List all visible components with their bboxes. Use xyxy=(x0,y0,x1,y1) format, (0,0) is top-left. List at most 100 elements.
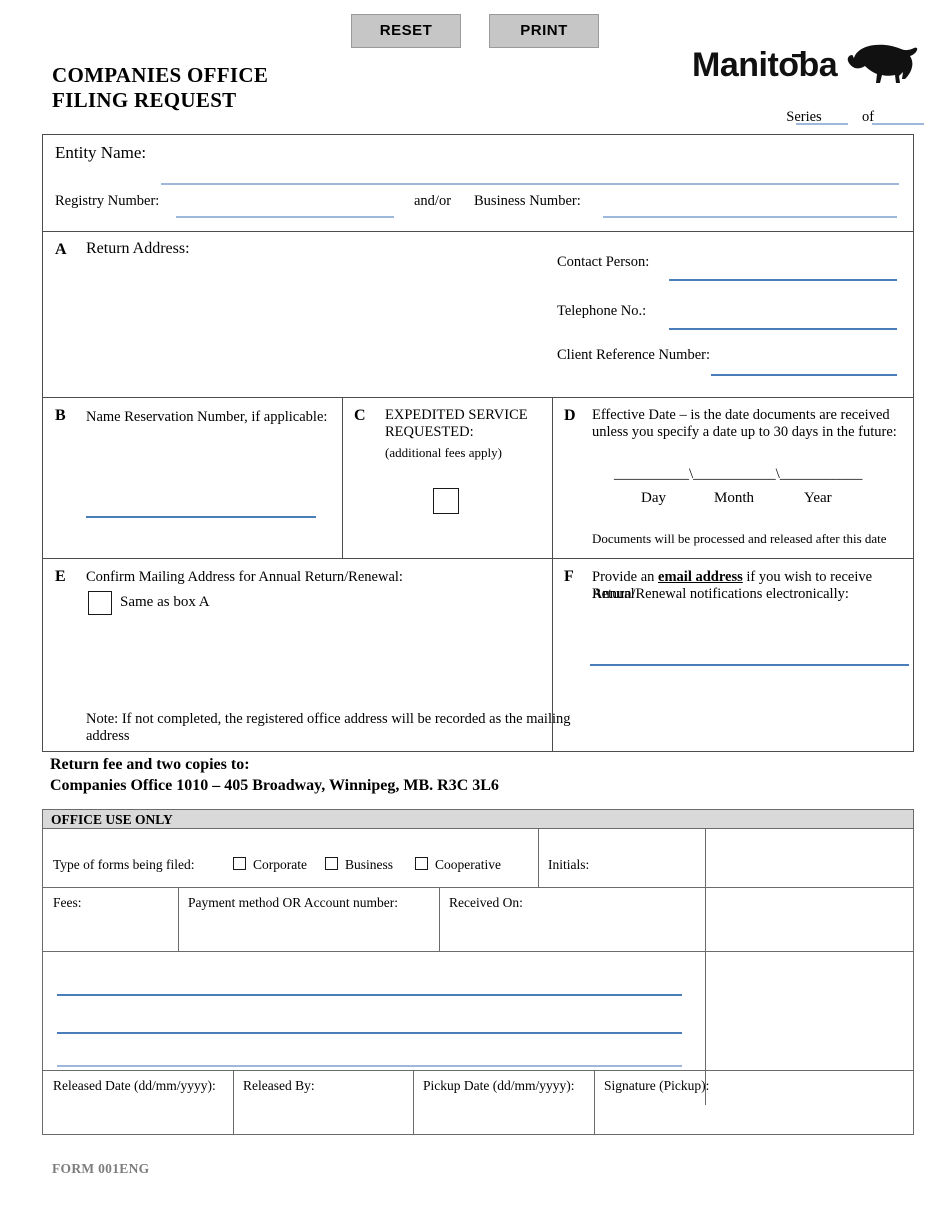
payment-method-input[interactable] xyxy=(188,914,428,942)
month-label: Month xyxy=(714,490,755,506)
office-row-notes xyxy=(43,952,913,1071)
divider-released-by-pickup xyxy=(413,1071,414,1134)
business-label: Business xyxy=(345,857,394,872)
series-total-input[interactable] xyxy=(872,109,924,125)
box-ef-section: E Confirm Mailing Address for Annual Ret… xyxy=(43,559,913,751)
business-number-label: Business Number: xyxy=(474,193,581,209)
box-f-text-before: Provide an xyxy=(592,569,659,585)
return-fee-line1: Return fee and two copies to: xyxy=(50,756,250,773)
received-on-label: Received On: xyxy=(449,895,523,910)
divider-released-date-by xyxy=(233,1071,234,1134)
type-of-forms-label: Type of forms being filed: xyxy=(53,857,195,872)
telephone-input[interactable] xyxy=(669,328,897,330)
box-a-letter: A xyxy=(55,241,67,258)
fees-input[interactable] xyxy=(53,914,168,942)
divider-c-d xyxy=(552,398,553,558)
page-title-line1: COMPANIES OFFICE xyxy=(52,63,269,87)
entity-name-section: Entity Name: Registry Number: and/or Bus… xyxy=(43,135,913,232)
page-title-line2: FILING REQUEST xyxy=(52,88,237,112)
same-as-box-a-checkbox[interactable] xyxy=(88,591,112,615)
client-reference-label: Client Reference Number: xyxy=(557,347,710,363)
divider-fees-payment xyxy=(178,888,179,951)
box-bcd-section: B Name Reservation Number, if applicable… xyxy=(43,398,913,559)
box-e-note-line1: Note: If not completed, the registered o… xyxy=(86,711,571,727)
box-e-letter: E xyxy=(55,568,66,585)
office-note-line-2[interactable] xyxy=(57,1032,682,1034)
divider-b-c xyxy=(342,398,343,558)
business-number-input[interactable] xyxy=(603,216,897,218)
office-note-line-3[interactable] xyxy=(57,1065,682,1067)
signature-pickup-label: Signature (Pickup): xyxy=(604,1078,710,1093)
released-date-label: Released Date (dd/mm/yyyy): xyxy=(53,1078,216,1093)
released-date-input[interactable] xyxy=(53,1099,223,1127)
divider-initials xyxy=(538,829,539,887)
pickup-date-input[interactable] xyxy=(423,1099,583,1127)
office-use-only-section: OFFICE USE ONLY Type of forms being file… xyxy=(42,809,914,1135)
entity-name-input[interactable] xyxy=(161,183,899,185)
contact-person-input[interactable] xyxy=(669,279,897,281)
registry-number-label: Registry Number: xyxy=(55,193,160,209)
box-f-email-emphasis: email address xyxy=(658,569,743,585)
name-reservation-number-input[interactable] xyxy=(86,516,316,518)
pickup-date-label: Pickup Date (dd/mm/yyyy): xyxy=(423,1078,575,1093)
series-label: Series xyxy=(786,109,822,125)
day-label: Day xyxy=(641,490,666,506)
expedited-service-checkbox[interactable] xyxy=(433,488,459,514)
email-address-input[interactable] xyxy=(590,664,909,666)
same-as-box-a-label: Same as box A xyxy=(120,594,210,610)
cooperative-checkbox[interactable] xyxy=(415,857,428,870)
received-on-input[interactable] xyxy=(449,914,694,942)
reset-button[interactable]: RESET xyxy=(351,14,461,48)
signature-pickup-input[interactable] xyxy=(604,1099,899,1127)
box-b-title: Name Reservation Number, if applicable: xyxy=(86,409,328,425)
corporate-label: Corporate xyxy=(253,857,307,872)
print-button[interactable]: PRINT xyxy=(489,14,599,48)
year-label: Year xyxy=(804,490,832,506)
box-c-title-line2: REQUESTED: xyxy=(385,424,474,440)
form-code-footer: FORM 001ENG xyxy=(52,1161,150,1176)
payment-method-label: Payment method OR Account number: xyxy=(188,895,398,910)
client-reference-input[interactable] xyxy=(711,374,897,376)
business-checkbox[interactable] xyxy=(325,857,338,870)
box-c-letter: C xyxy=(354,407,366,424)
corporate-checkbox[interactable] xyxy=(233,857,246,870)
office-row-forms-type: Type of forms being filed: Corporate Bus… xyxy=(43,829,913,1105)
entity-name-label: Entity Name: xyxy=(55,143,147,162)
released-by-label: Released By: xyxy=(243,1078,315,1093)
cooperative-label: Cooperative xyxy=(435,857,501,872)
box-d-title-line2: unless you specify a date up to 30 days … xyxy=(592,424,897,440)
box-a-title: Return Address: xyxy=(86,240,190,257)
return-fee-line2: Companies Office 1010 – 405 Broadway, Wi… xyxy=(50,777,499,794)
effective-date-input[interactable]: __________\___________\___________ xyxy=(614,466,862,483)
return-fee-instructions: Return fee and two copies to: Companies … xyxy=(50,754,499,796)
contact-person-label: Contact Person: xyxy=(557,254,650,270)
box-d-title-line1: Effective Date – is the date documents a… xyxy=(592,407,890,423)
box-c-title-line1: EXPEDITED SERVICE xyxy=(385,407,528,423)
manitoba-logo: Manitoba xyxy=(692,38,922,90)
svg-text:Manitoba: Manitoba xyxy=(692,46,839,84)
office-note-line-1[interactable] xyxy=(57,994,682,996)
andor-label: and/or xyxy=(414,193,452,209)
released-by-input[interactable] xyxy=(243,1099,403,1127)
box-f-letter: F xyxy=(564,568,574,585)
filing-request-form: Entity Name: Registry Number: and/or Bus… xyxy=(42,134,914,752)
mailing-address-input[interactable] xyxy=(86,623,536,703)
series-of-label: of xyxy=(862,109,875,125)
divider-payment-received xyxy=(439,888,440,951)
box-e-title: Confirm Mailing Address for Annual Retur… xyxy=(86,569,403,585)
divider-pickup-signature xyxy=(594,1071,595,1134)
office-use-only-header: OFFICE USE ONLY xyxy=(43,810,913,829)
page-title: COMPANIES OFFICE FILING REQUEST xyxy=(52,63,268,113)
box-a-return-address: A Return Address: Contact Person: Teleph… xyxy=(43,232,913,398)
box-e-note-line2: address xyxy=(86,728,130,744)
initials-label: Initials: xyxy=(548,857,590,872)
box-f-text-line2: Return/Renewal notifications electronica… xyxy=(592,586,849,602)
initials-input[interactable] xyxy=(598,853,698,875)
registry-number-input[interactable] xyxy=(176,216,394,218)
telephone-label: Telephone No.: xyxy=(557,303,647,319)
fees-label: Fees: xyxy=(53,895,82,910)
box-c-note: (additional fees apply) xyxy=(385,445,502,460)
series-row: Series of xyxy=(786,109,926,130)
box-b-letter: B xyxy=(55,407,66,424)
office-row-fees: Fees: Payment method OR Account number: … xyxy=(43,888,913,952)
